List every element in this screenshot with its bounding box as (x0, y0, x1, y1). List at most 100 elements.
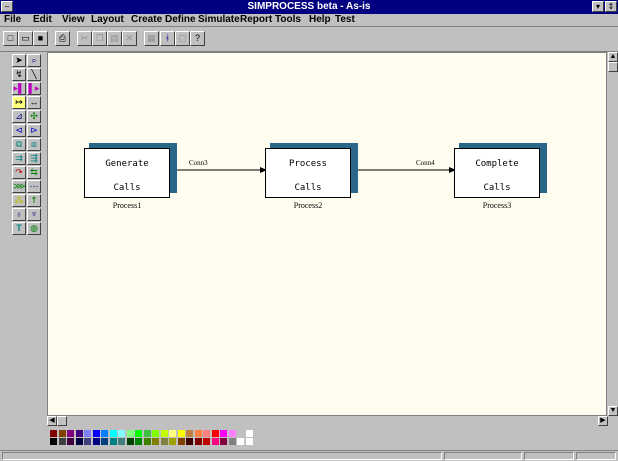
horizontal-scrollbar[interactable]: ◀ ▶ (47, 416, 608, 426)
connector-label[interactable]: Conn3 (189, 159, 208, 167)
scroll-left-icon[interactable]: ◀ (47, 416, 57, 426)
vertical-scrollbar[interactable]: ▲ ▼ (608, 52, 618, 428)
color-swatch[interactable] (194, 438, 202, 445)
color-swatch[interactable] (228, 438, 236, 445)
menu-create[interactable]: Create (131, 14, 162, 26)
color-swatch[interactable] (118, 438, 125, 445)
color-swatch[interactable] (67, 438, 74, 445)
resource-icon[interactable]: ☨ (27, 194, 41, 207)
synchronize-icon[interactable]: ⋯ (27, 180, 41, 193)
route-connector-icon[interactable]: ↯ (12, 68, 26, 81)
color-swatch[interactable] (177, 430, 185, 437)
scroll-thumb[interactable] (57, 416, 67, 426)
process-block[interactable]: Complete Calls (454, 148, 540, 198)
color-swatch[interactable] (101, 438, 108, 445)
menu-simulate[interactable]: Simulate (198, 14, 240, 26)
color-swatch[interactable] (220, 438, 227, 445)
batch-icon[interactable]: ⧉ (12, 138, 26, 151)
scroll-up-icon[interactable]: ▲ (608, 52, 618, 62)
minimize-icon[interactable]: ▾ (592, 1, 604, 12)
menu-report[interactable]: Report (240, 14, 272, 26)
scroll-thumb[interactable] (608, 62, 618, 72)
menu-test[interactable]: Test (335, 14, 355, 26)
free-resource-icon[interactable]: ♆ (27, 208, 41, 221)
color-swatch[interactable] (186, 438, 193, 445)
color-swatch[interactable] (228, 430, 236, 437)
menu-edit[interactable]: Edit (33, 14, 52, 26)
color-swatch[interactable] (143, 430, 151, 437)
paste-icon[interactable]: ▤ (107, 31, 122, 46)
color-swatch[interactable] (50, 430, 57, 437)
menu-file[interactable]: File (4, 14, 21, 26)
color-swatch[interactable] (118, 430, 125, 437)
color-swatch[interactable] (126, 438, 134, 445)
unbatch-icon[interactable]: ⧈ (27, 138, 41, 151)
color-swatch[interactable] (245, 430, 253, 437)
print-icon[interactable]: ⎙ (55, 31, 70, 46)
color-swatch[interactable] (126, 430, 134, 437)
color-swatch[interactable] (101, 430, 108, 437)
color-swatch[interactable] (109, 438, 117, 445)
gate-icon[interactable]: ⋙ (12, 180, 26, 193)
assign-icon[interactable]: ⁂ (12, 194, 26, 207)
split-icon[interactable]: ✣ (27, 110, 41, 123)
color-swatch[interactable] (75, 438, 83, 445)
color-swatch[interactable] (237, 438, 244, 445)
generate-icon[interactable]: ▸▌ (12, 82, 26, 95)
color-swatch[interactable] (211, 430, 219, 437)
decision-icon[interactable]: ♁ (12, 208, 26, 221)
help-icon[interactable]: ? (190, 31, 205, 46)
color-swatch[interactable] (58, 438, 66, 445)
transform-icon[interactable]: ⇉ (12, 152, 26, 165)
color-swatch[interactable] (160, 430, 168, 437)
properties-icon[interactable]: ▦ (144, 31, 159, 46)
assemble-icon[interactable]: ⊿ (12, 110, 26, 123)
color-swatch[interactable] (177, 438, 185, 445)
color-swatch[interactable] (169, 438, 176, 445)
color-swatch[interactable] (50, 438, 57, 445)
color-swatch[interactable] (92, 438, 100, 445)
menu-help[interactable]: Help (309, 14, 331, 26)
color-swatch[interactable] (58, 430, 66, 437)
color-swatch[interactable] (186, 430, 193, 437)
join-icon[interactable]: ⊳ (27, 124, 41, 137)
restore-icon[interactable]: ⇕ (605, 1, 617, 12)
line-connector-icon[interactable]: ╲ (27, 68, 41, 81)
scroll-right-icon[interactable]: ▶ (598, 416, 608, 426)
globe-icon[interactable]: ◍ (27, 222, 41, 235)
scroll-down-icon[interactable]: ▼ (608, 406, 618, 416)
cut-icon[interactable]: ✂ (77, 31, 92, 46)
connector-label[interactable]: Conn4 (416, 159, 435, 167)
process-block[interactable]: Generate Calls (84, 148, 170, 198)
pointer-icon[interactable]: ➤ (12, 54, 26, 67)
transfer-icon[interactable]: ⇶ (27, 152, 41, 165)
color-swatch[interactable] (152, 438, 159, 445)
branch-icon[interactable]: ↔ (27, 96, 41, 109)
save-icon[interactable]: ■ (33, 31, 48, 46)
color-swatch[interactable] (67, 430, 74, 437)
color-swatch[interactable] (203, 430, 210, 437)
run-icon[interactable]: ᚼ (160, 31, 175, 46)
color-swatch[interactable] (152, 430, 159, 437)
dispose-icon[interactable]: ▌▸ (27, 82, 41, 95)
menu-define[interactable]: Define (165, 14, 196, 26)
color-swatch[interactable] (194, 430, 202, 437)
copy-icon[interactable]: ❐ (92, 31, 107, 46)
menu-tools[interactable]: Tools (275, 14, 301, 26)
copy-entity-icon[interactable]: ↷ (12, 166, 26, 179)
text-tool-icon[interactable]: T (12, 222, 26, 235)
color-swatch[interactable] (211, 438, 219, 445)
color-swatch[interactable] (169, 430, 176, 437)
color-swatch[interactable] (135, 430, 142, 437)
delay-icon[interactable]: ↦ (12, 96, 26, 109)
color-swatch[interactable] (237, 430, 244, 437)
merge-icon[interactable]: ⊲ (12, 124, 26, 137)
replicate-icon[interactable]: ⇆ (27, 166, 41, 179)
color-swatch[interactable] (135, 438, 142, 445)
color-swatch[interactable] (220, 430, 227, 437)
color-swatch[interactable] (84, 438, 91, 445)
delete-icon[interactable]: ✕ (122, 31, 137, 46)
color-swatch[interactable] (160, 438, 168, 445)
zoom-icon[interactable]: ⌕ (27, 54, 41, 67)
color-swatch[interactable] (84, 430, 91, 437)
